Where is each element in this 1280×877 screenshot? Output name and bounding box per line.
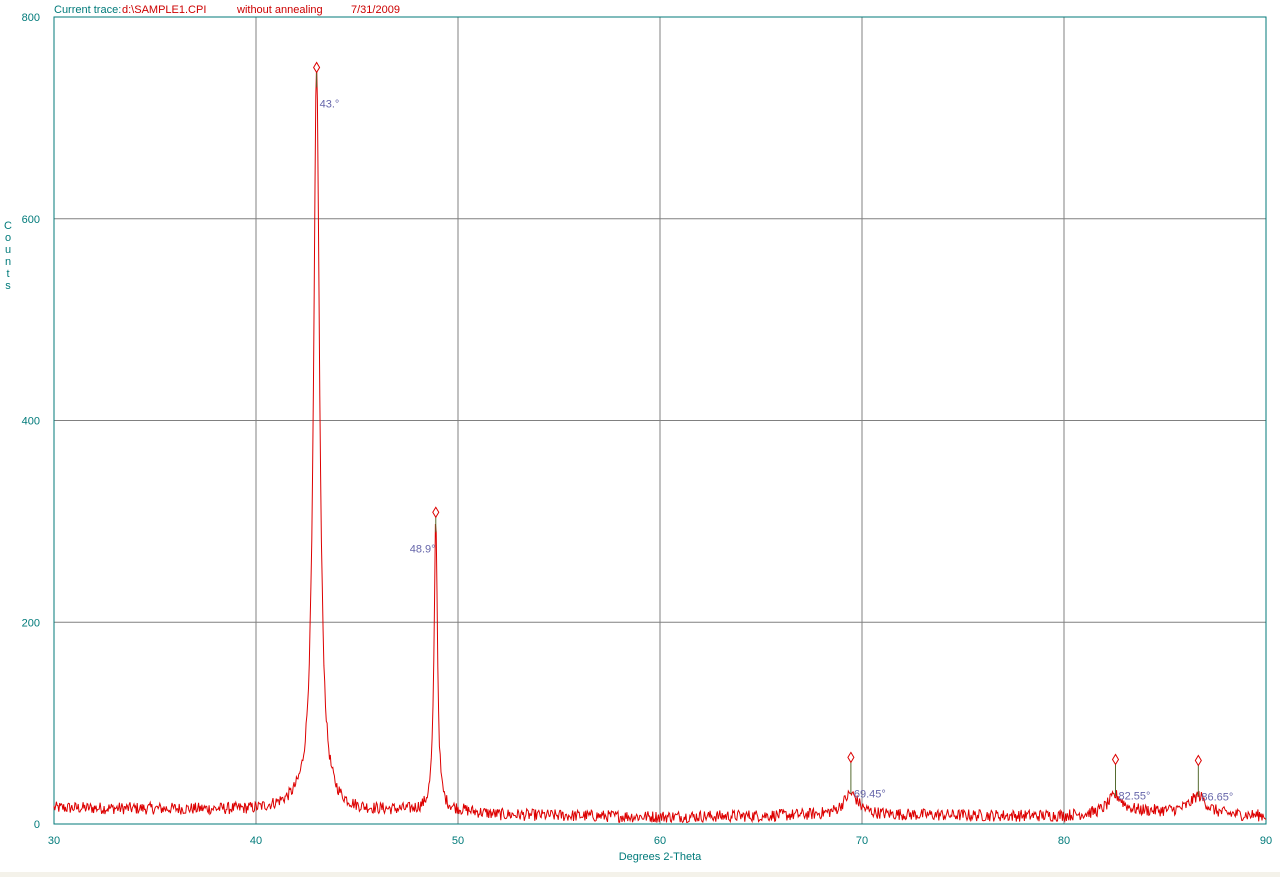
y-tick-labels: 0 200 400 600 800	[22, 12, 40, 831]
x-tick-label: 30	[48, 835, 60, 847]
y-axis-label-char: n	[5, 256, 11, 268]
y-axis-label: Counts	[4, 220, 12, 292]
x-tick-labels: 30 40 50 60 70 80 90	[48, 835, 1272, 847]
x-tick-label: 60	[654, 835, 666, 847]
peak-label: 69.45°	[854, 788, 886, 800]
peak-marker-diamond	[313, 61, 321, 74]
peak-label: 82.55°	[1119, 790, 1151, 802]
y-tick-label: 400	[22, 416, 40, 428]
y-tick-label: 600	[22, 214, 40, 226]
peak-marker-diamond	[847, 751, 855, 764]
peak-label: 43.°	[320, 98, 340, 110]
x-tick-label: 90	[1260, 835, 1272, 847]
peak-label: 48.9°	[410, 543, 436, 555]
x-tick-label: 80	[1058, 835, 1070, 847]
y-tick-label: 800	[22, 12, 40, 24]
y-axis-label-char: s	[5, 280, 11, 292]
peak-marker-diamond	[432, 506, 440, 519]
x-axis-label: Degrees 2-Theta	[619, 851, 702, 863]
xrd-chart: 0 200 400 600 800 30 40 50 60 70 80 90 43.° 48.9° 69…	[4, 12, 1272, 863]
x-tick-label: 40	[250, 835, 262, 847]
peak-marker-diamond	[1111, 753, 1120, 766]
y-axis-label-char: o	[5, 232, 11, 244]
y-tick-label: 200	[22, 617, 40, 629]
peak-markers	[313, 61, 1202, 796]
grid-lines	[54, 17, 1266, 824]
y-axis-label-char: t	[6, 268, 9, 280]
peak-marker-diamond	[1194, 754, 1202, 767]
x-tick-label: 50	[452, 835, 464, 847]
peak-labels: 43.° 48.9° 69.45° 82.55° 86.65°	[320, 98, 1234, 803]
y-axis-label-char: C	[4, 220, 12, 232]
y-tick-label: 0	[34, 819, 40, 831]
peak-label: 86.65°	[1201, 791, 1233, 803]
x-tick-label: 70	[856, 835, 868, 847]
status-strip	[0, 872, 1280, 877]
y-axis-label-char: u	[5, 244, 11, 256]
